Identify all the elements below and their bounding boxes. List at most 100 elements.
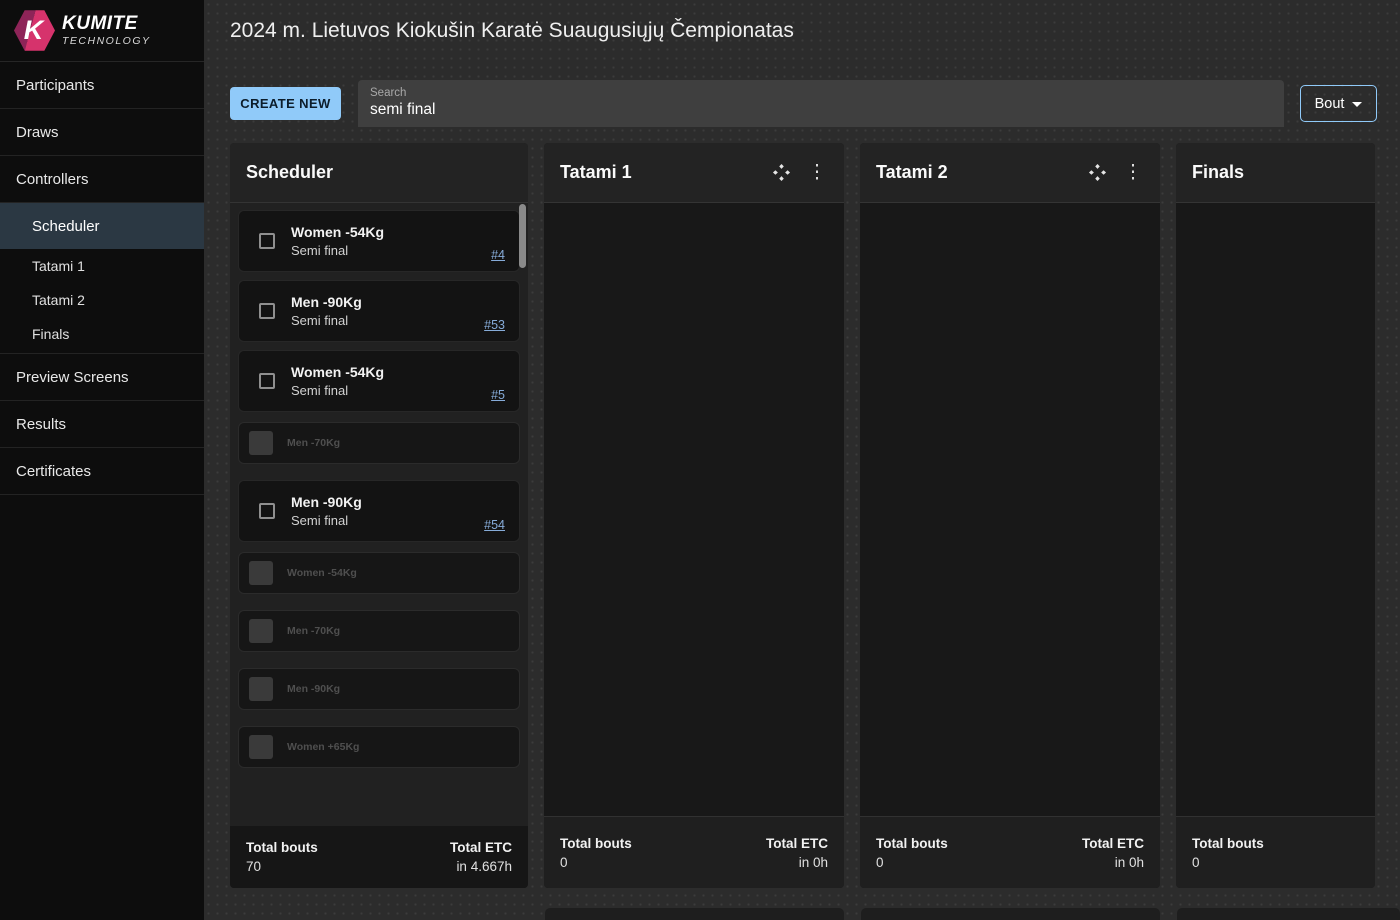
column-title: Finals — [1192, 162, 1245, 182]
total-etc-label: Total ETC — [1082, 835, 1144, 851]
bout-card[interactable]: Men -90Kg Semi final #54 — [238, 480, 520, 542]
tatami-column-footer: Total bouts 0 Total ETC in 0h — [860, 816, 1160, 888]
total-bouts-label: Total bouts — [1192, 835, 1264, 851]
sidebar-item[interactable]: Preview Screens — [0, 354, 204, 401]
bout-card-text: Men -90Kg — [287, 683, 340, 695]
bout-card[interactable]: Men -70Kg — [238, 422, 520, 464]
sidebar-subitem[interactable]: Scheduler — [0, 203, 204, 249]
tatami-drop-area[interactable] — [544, 203, 844, 816]
tatami-column-header: Finals — [1176, 143, 1375, 203]
bout-round: Semi final — [291, 243, 349, 258]
total-bouts-block: Total bouts 0 — [1192, 836, 1264, 870]
column-actions: ⋮ — [770, 162, 828, 184]
bout-card[interactable]: Women -54Kg Semi final #4 — [238, 210, 520, 272]
bout-dropdown[interactable]: Bout — [1300, 85, 1377, 122]
sidebar-item-label: Controllers — [16, 170, 89, 188]
kebab-menu-icon[interactable]: ⋮ — [806, 162, 828, 184]
tatami-column: Tatami 1 ⋮ Total bouts 0 Total ETC in 0h — [544, 143, 844, 888]
sidebar-subitem[interactable]: Tatami 2 — [0, 283, 204, 317]
sidebar-subitem[interactable]: Tatami 1 — [0, 249, 204, 283]
tatami-column-header: Tatami 1 ⋮ — [544, 143, 844, 203]
bout-checkbox[interactable] — [259, 233, 275, 249]
sidebar-subitem[interactable]: Finals — [0, 317, 204, 351]
tatami-drop-area[interactable] — [860, 203, 1160, 816]
bout-card[interactable]: Men -90Kg — [238, 668, 520, 710]
sidebar-item[interactable]: Controllers — [0, 156, 204, 203]
column-title: Scheduler — [246, 162, 334, 182]
bout-card[interactable]: Women -54Kg — [238, 552, 520, 594]
sidebar-item[interactable]: Participants — [0, 62, 204, 109]
move-column-icon[interactable] — [1086, 162, 1108, 184]
total-etc-block: Total ETC in 4.667h — [450, 840, 512, 874]
app-logo[interactable]: K KUMITE TECHNOLOGY — [0, 0, 204, 62]
bout-card[interactable]: Women +65Kg — [238, 726, 520, 768]
column-title: Tatami 2 — [876, 162, 948, 182]
sidebar-item-label: Certificates — [16, 462, 92, 480]
main-area: 2024 m. Lietuvos Kiokušin Karatė Suaugus… — [204, 0, 1400, 920]
total-bouts-value: 0 — [560, 854, 568, 870]
total-etc-value: in 0h — [798, 854, 828, 870]
search-field[interactable]: Search — [358, 80, 1284, 127]
bout-number-link[interactable]: #54 — [484, 518, 505, 532]
sidebar-item-label: Participants — [16, 76, 95, 94]
scheduler-board: Scheduler Women -54Kg Semi final #4 Men … — [230, 143, 1400, 888]
bout-number-link[interactable]: #5 — [491, 388, 505, 402]
bout-number-link[interactable]: #4 — [491, 248, 505, 262]
sidebar-item[interactable]: Draws — [0, 109, 204, 156]
total-bouts-block: Total bouts 70 — [246, 840, 318, 874]
total-etc-label: Total ETC — [766, 835, 828, 851]
bout-category: Men -90Kg — [287, 683, 341, 695]
bout-category: Men -90Kg — [291, 294, 362, 310]
bout-card[interactable]: Women -54Kg Semi final #5 — [238, 350, 520, 412]
bout-dropdown-label: Bout — [1314, 95, 1345, 112]
brand-hexagon-icon: K — [14, 10, 55, 51]
bout-category: Men -90Kg — [291, 494, 362, 510]
next-row-panel-peek — [861, 908, 1160, 920]
sidebar-item[interactable]: Certificates — [0, 448, 204, 495]
sidebar-item-label: Draws — [16, 123, 59, 141]
scheduler-column-header: Scheduler — [230, 143, 528, 203]
create-new-button[interactable]: CREATE NEW — [230, 87, 341, 120]
bout-category: Men -70Kg — [287, 625, 341, 637]
brand-tagline: TECHNOLOGY — [62, 35, 151, 48]
page-title: 2024 m. Lietuvos Kiokušin Karatė Suaugus… — [230, 19, 794, 42]
bout-checkbox[interactable] — [259, 373, 275, 389]
sidebar-nav: Participants Draws Controllers Scheduler… — [0, 62, 204, 495]
brand-text: KUMITE TECHNOLOGY — [62, 14, 151, 47]
tatami-drop-area[interactable] — [1176, 203, 1375, 816]
bout-round: Semi final — [291, 383, 349, 398]
sidebar-subitem-label: Tatami 2 — [32, 292, 85, 308]
brand-letter: K — [23, 15, 44, 45]
sidebar: K KUMITE TECHNOLOGY Participants Draws C… — [0, 0, 204, 920]
tatami-column-header: Tatami 2 ⋮ — [860, 143, 1160, 203]
bout-card[interactable]: Men -90Kg Semi final #53 — [238, 280, 520, 342]
total-bouts-label: Total bouts — [560, 835, 632, 851]
sidebar-item[interactable]: Results — [0, 401, 204, 448]
bout-placeholder-icon — [249, 735, 273, 759]
bout-checkbox[interactable] — [259, 303, 275, 319]
sidebar-subitem-label: Finals — [32, 326, 70, 342]
scheduler-column-footer: Total bouts 70 Total ETC in 4.667h — [230, 826, 528, 888]
bout-card-text: Women -54Kg Semi final — [291, 364, 384, 398]
total-bouts-label: Total bouts — [876, 835, 948, 851]
total-etc-value: in 4.667h — [456, 859, 512, 874]
bout-placeholder-icon — [249, 431, 273, 455]
kebab-menu-icon[interactable]: ⋮ — [1122, 162, 1144, 184]
bout-card-text: Men -90Kg Semi final — [291, 494, 362, 528]
bout-placeholder-icon — [249, 677, 273, 701]
search-input[interactable] — [370, 101, 1272, 119]
total-bouts-block: Total bouts 0 — [560, 836, 632, 870]
scrollbar-thumb[interactable] — [519, 204, 526, 268]
total-etc-value: in 0h — [1114, 854, 1144, 870]
bout-number-link[interactable]: #53 — [484, 318, 505, 332]
bout-checkbox[interactable] — [259, 503, 275, 519]
bout-card[interactable]: Men -70Kg — [238, 610, 520, 652]
total-bouts-label: Total bouts — [246, 840, 318, 855]
move-column-icon[interactable] — [770, 162, 792, 184]
total-bouts-block: Total bouts 0 — [876, 836, 948, 870]
sidebar-item-label: Results — [16, 415, 67, 433]
tatami-column: Tatami 2 ⋮ Total bouts 0 Total ETC in 0h — [860, 143, 1160, 888]
bout-card-text: Women -54Kg — [287, 567, 357, 579]
total-bouts-value: 70 — [246, 859, 262, 874]
tatami-column-footer: Total bouts 0 Total ETC in 0h — [544, 816, 844, 888]
